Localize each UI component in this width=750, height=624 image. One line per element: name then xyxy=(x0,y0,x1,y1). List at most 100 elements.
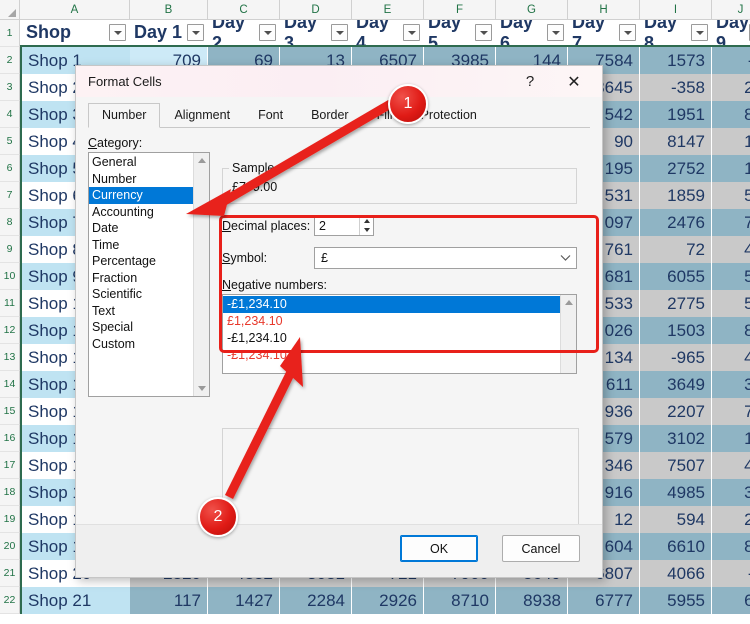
data-cell[interactable]: 2775 xyxy=(640,290,712,317)
category-item[interactable]: Currency xyxy=(89,187,193,204)
data-cell[interactable]: 72 xyxy=(640,236,712,263)
row-header[interactable]: 4 xyxy=(0,101,20,128)
data-cell[interactable]: 8147 xyxy=(640,128,712,155)
data-cell[interactable]: 5955 xyxy=(640,587,712,614)
cancel-button[interactable]: Cancel xyxy=(502,535,580,562)
data-cell[interactable]: 70 xyxy=(712,209,750,236)
ok-button[interactable]: OK xyxy=(400,535,478,562)
data-cell[interactable]: 3102 xyxy=(640,425,712,452)
data-cell[interactable]: 4985 xyxy=(640,479,712,506)
column-header-h[interactable]: H xyxy=(568,0,640,20)
dialog-tabs[interactable]: Number Alignment Font Border Fill Protec… xyxy=(88,101,602,127)
column-header-e[interactable]: E xyxy=(352,0,424,20)
scroll-up-icon[interactable] xyxy=(194,153,209,168)
column-header-b[interactable]: B xyxy=(130,0,208,20)
category-item[interactable]: Date xyxy=(89,220,193,237)
data-cell[interactable]: 6777 xyxy=(568,587,640,614)
data-cell[interactable]: 8710 xyxy=(424,587,496,614)
column-header-a[interactable]: A xyxy=(20,0,130,20)
column-header-f[interactable]: F xyxy=(424,0,496,20)
data-cell[interactable]: 3649 xyxy=(640,371,712,398)
data-cell[interactable]: 39 xyxy=(712,371,750,398)
data-cell[interactable]: 117 xyxy=(130,587,208,614)
data-cell[interactable]: 1427 xyxy=(208,587,280,614)
data-cell[interactable]: 58 xyxy=(712,290,750,317)
row-header[interactable]: 7 xyxy=(0,182,20,209)
row-header[interactable]: 13 xyxy=(0,344,20,371)
data-cell[interactable]: 4066 xyxy=(640,560,712,587)
tab-font[interactable]: Font xyxy=(244,103,297,127)
scroll-down-icon[interactable] xyxy=(194,381,209,396)
filter-dropdown-icon[interactable] xyxy=(691,24,708,41)
data-cell[interactable]: -358 xyxy=(640,74,712,101)
data-cell[interactable]: 85 xyxy=(712,317,750,344)
filter-dropdown-icon[interactable] xyxy=(259,24,276,41)
data-cell[interactable]: 594 xyxy=(640,506,712,533)
filter-dropdown-icon[interactable] xyxy=(619,24,636,41)
column-header-j[interactable]: J xyxy=(712,0,750,20)
row-header[interactable]: 2 xyxy=(0,47,20,74)
data-cell[interactable]: 1503 xyxy=(640,317,712,344)
data-cell[interactable]: -3 xyxy=(712,47,750,74)
data-cell[interactable]: 39 xyxy=(712,479,750,506)
data-cell[interactable]: 2476 xyxy=(640,209,712,236)
data-cell[interactable]: 22 xyxy=(712,506,750,533)
column-header-c[interactable]: C xyxy=(208,0,280,20)
category-item[interactable]: Custom xyxy=(89,336,193,353)
row-header[interactable]: 6 xyxy=(0,155,20,182)
table-row[interactable]: 22Shop 211171427228429268710893867775955… xyxy=(0,587,750,614)
filter-dropdown-icon[interactable] xyxy=(403,24,420,41)
row-header[interactable]: 8 xyxy=(0,209,20,236)
data-cell[interactable]: 2752 xyxy=(640,155,712,182)
category-item[interactable]: Time xyxy=(89,237,193,254)
help-icon[interactable]: ? xyxy=(512,66,548,97)
category-item[interactable]: General xyxy=(89,154,193,171)
close-icon[interactable]: ✕ xyxy=(556,66,592,97)
row-header[interactable]: 14 xyxy=(0,371,20,398)
data-cell[interactable]: -965 xyxy=(640,344,712,371)
column-header-g[interactable]: G xyxy=(496,0,568,20)
data-cell[interactable]: 18 xyxy=(712,425,750,452)
category-listbox[interactable]: GeneralNumberCurrencyAccountingDateTimeP… xyxy=(88,152,210,397)
data-cell[interactable]: 80 xyxy=(712,101,750,128)
row-header[interactable]: 11 xyxy=(0,290,20,317)
row-header[interactable]: 18 xyxy=(0,479,20,506)
category-item[interactable]: Text xyxy=(89,303,193,320)
column-header-d[interactable]: D xyxy=(280,0,352,20)
category-item[interactable]: Percentage xyxy=(89,253,193,270)
row-header[interactable]: 9 xyxy=(0,236,20,263)
data-cell[interactable]: 69 xyxy=(712,587,750,614)
filter-dropdown-icon[interactable] xyxy=(331,24,348,41)
data-cell[interactable]: 1573 xyxy=(640,47,712,74)
category-scrollbar[interactable] xyxy=(193,153,209,396)
data-cell[interactable]: 10 xyxy=(712,155,750,182)
category-item[interactable]: Scientific xyxy=(89,286,193,303)
column-header-i[interactable]: I xyxy=(640,0,712,20)
filter-dropdown-icon[interactable] xyxy=(475,24,492,41)
data-cell[interactable]: 22 xyxy=(712,74,750,101)
data-cell[interactable]: 41 xyxy=(712,452,750,479)
row-header[interactable]: 19 xyxy=(0,506,20,533)
category-item[interactable]: Fraction xyxy=(89,270,193,287)
tab-border[interactable]: Border xyxy=(297,103,363,127)
data-cell[interactable]: 2926 xyxy=(352,587,424,614)
category-item[interactable]: Number xyxy=(89,171,193,188)
row-header[interactable]: 3 xyxy=(0,74,20,101)
category-item[interactable]: Special xyxy=(89,319,193,336)
row-header[interactable]: 10 xyxy=(0,263,20,290)
data-cell[interactable]: 8938 xyxy=(496,587,568,614)
shop-name-cell[interactable]: Shop 21 xyxy=(20,587,130,614)
data-cell[interactable]: 1951 xyxy=(640,101,712,128)
select-all-corner[interactable] xyxy=(0,0,20,20)
row-header[interactable]: 21 xyxy=(0,560,20,587)
row-header[interactable]: 12 xyxy=(0,317,20,344)
data-cell[interactable]: 2284 xyxy=(280,587,352,614)
row-header[interactable]: 22 xyxy=(0,587,20,614)
data-cell[interactable]: 87 xyxy=(712,533,750,560)
category-item[interactable]: Accounting xyxy=(89,204,193,221)
filter-dropdown-icon[interactable] xyxy=(109,24,126,41)
row-header[interactable]: 16 xyxy=(0,425,20,452)
filter-dropdown-icon[interactable] xyxy=(547,24,564,41)
data-cell[interactable]: 6610 xyxy=(640,533,712,560)
data-cell[interactable]: 51 xyxy=(712,182,750,209)
